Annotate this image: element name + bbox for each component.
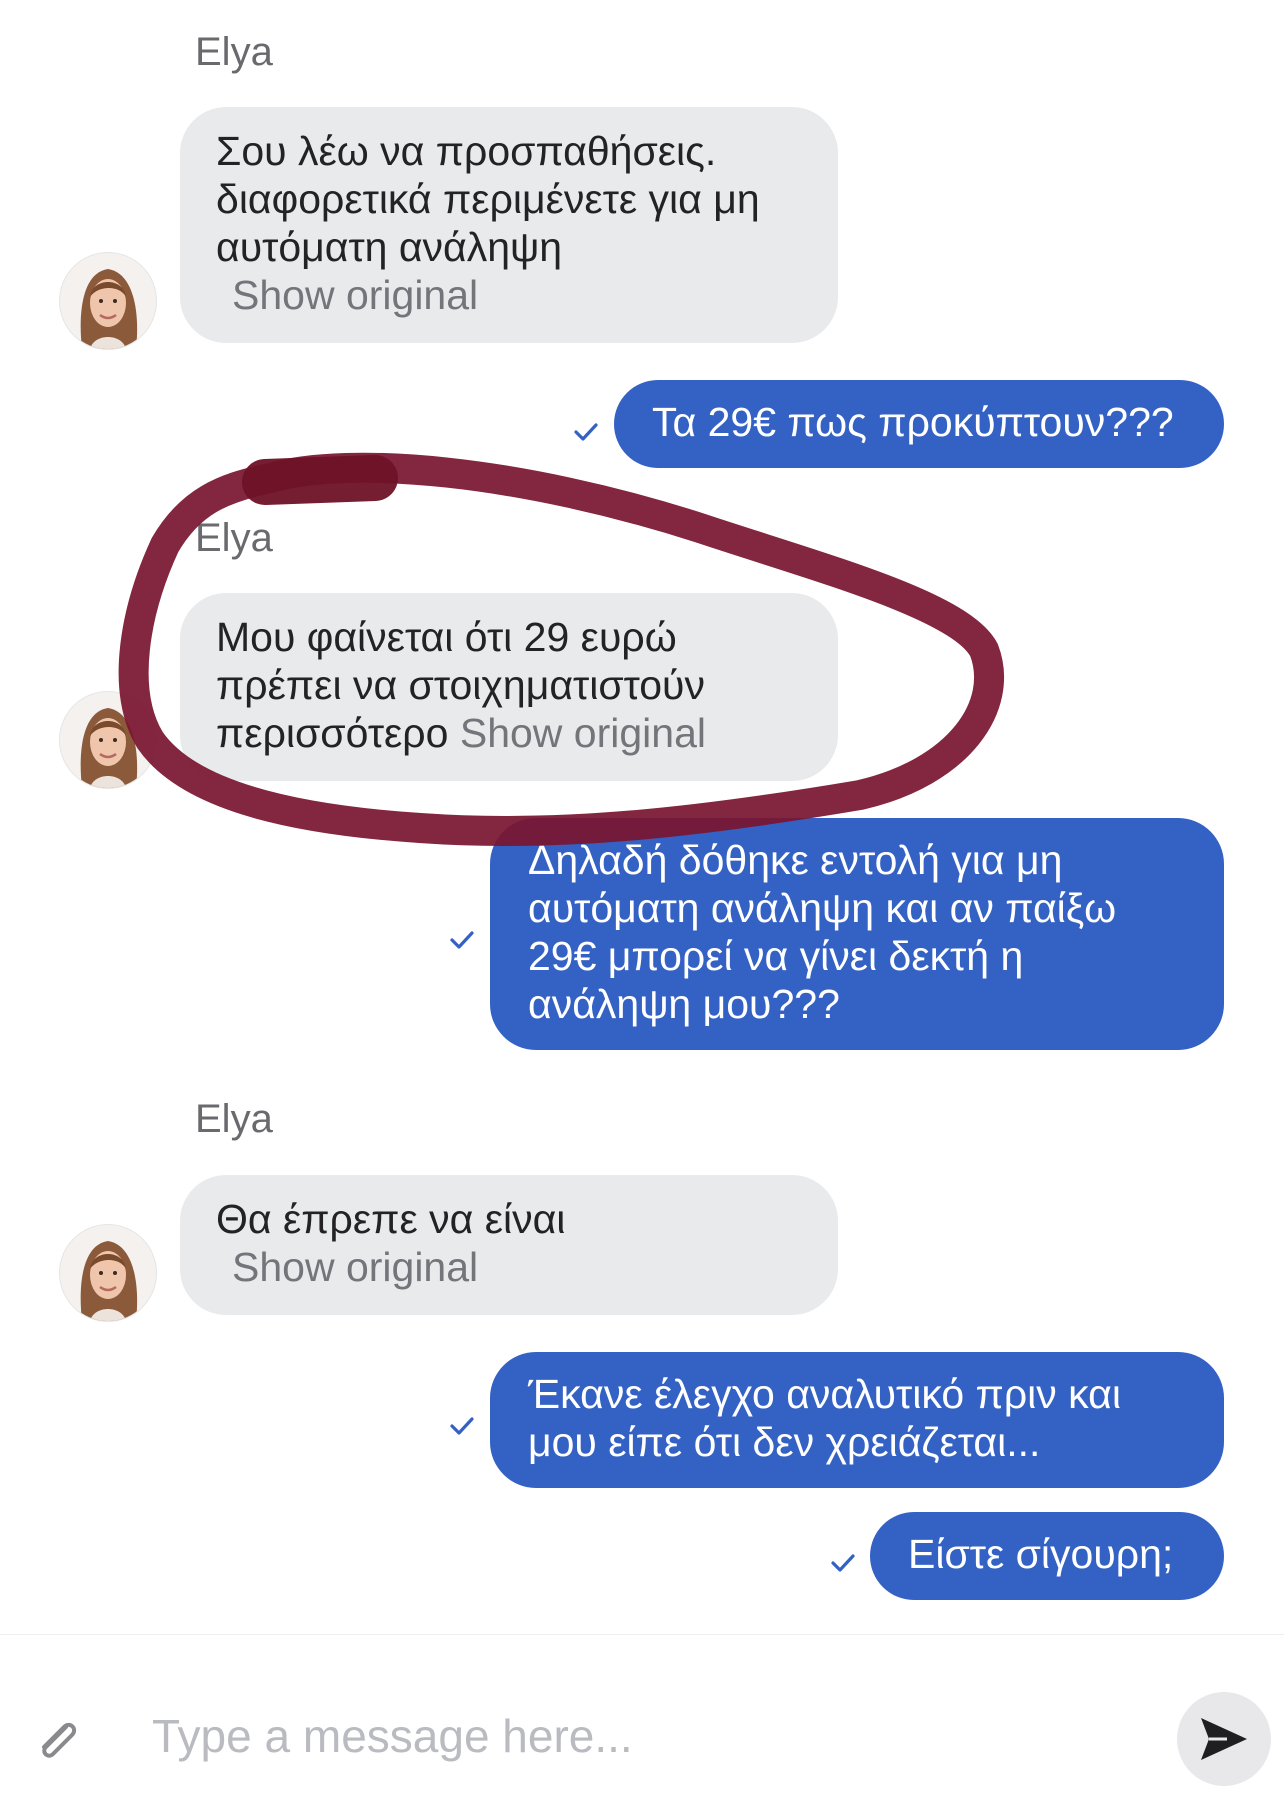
checkmark-icon <box>831 1554 855 1572</box>
message-composer <box>0 1634 1284 1816</box>
message-text: Σου λέω να προσπαθήσεις. διαφορετικά περ… <box>216 128 760 270</box>
message-text: Δηλαδή δόθηκε εντολή για μη αυτόματη ανά… <box>528 837 1117 1027</box>
message-text: Έκανε έλεγχο αναλυτικό πριν και μου είπε… <box>528 1371 1121 1465</box>
incoming-message[interactable]: Σου λέω να προσπαθήσεις. διαφορετικά περ… <box>180 107 838 343</box>
show-original-link[interactable]: Show original <box>216 1244 478 1290</box>
avatar[interactable] <box>60 692 156 788</box>
avatar[interactable] <box>60 1225 156 1321</box>
outgoing-message[interactable]: Έκανε έλεγχο αναλυτικό πριν και μου είπε… <box>490 1352 1224 1488</box>
send-button[interactable] <box>1177 1692 1271 1786</box>
message-text: Τα 29€ πως προκύπτουν??? <box>652 399 1174 445</box>
outgoing-message[interactable]: Είστε σίγουρη; <box>870 1512 1224 1600</box>
message-text: Είστε σίγουρη; <box>908 1531 1174 1577</box>
message-input[interactable] <box>150 1695 1134 1777</box>
incoming-message[interactable]: Μου φαίνεται ότι 29 ευρώ πρέπει να στοιχ… <box>180 593 838 781</box>
outgoing-message[interactable]: Τα 29€ πως προκύπτουν??? <box>614 380 1224 468</box>
checkmark-icon <box>450 931 474 949</box>
avatar-image <box>60 1225 156 1321</box>
sender-name: Elya <box>195 1097 273 1141</box>
incoming-message[interactable]: Θα έπρεπε να είναι Show original <box>180 1175 838 1315</box>
show-original-link[interactable]: Show original <box>216 272 478 318</box>
checkmark-icon <box>450 1417 474 1435</box>
avatar-image <box>60 253 156 349</box>
outgoing-message[interactable]: Δηλαδή δόθηκε εντολή για μη αυτόματη ανά… <box>490 818 1224 1050</box>
send-arrow-icon <box>1201 1718 1247 1760</box>
checkmark-icon <box>574 423 598 441</box>
avatar[interactable] <box>60 253 156 349</box>
sender-name: Elya <box>195 30 273 74</box>
sender-name: Elya <box>195 516 273 560</box>
paperclip-icon[interactable] <box>30 1713 86 1769</box>
avatar-image <box>60 692 156 788</box>
show-original-link[interactable]: Show original <box>460 710 706 756</box>
message-text: Θα έπρεπε να είναι <box>216 1196 566 1242</box>
